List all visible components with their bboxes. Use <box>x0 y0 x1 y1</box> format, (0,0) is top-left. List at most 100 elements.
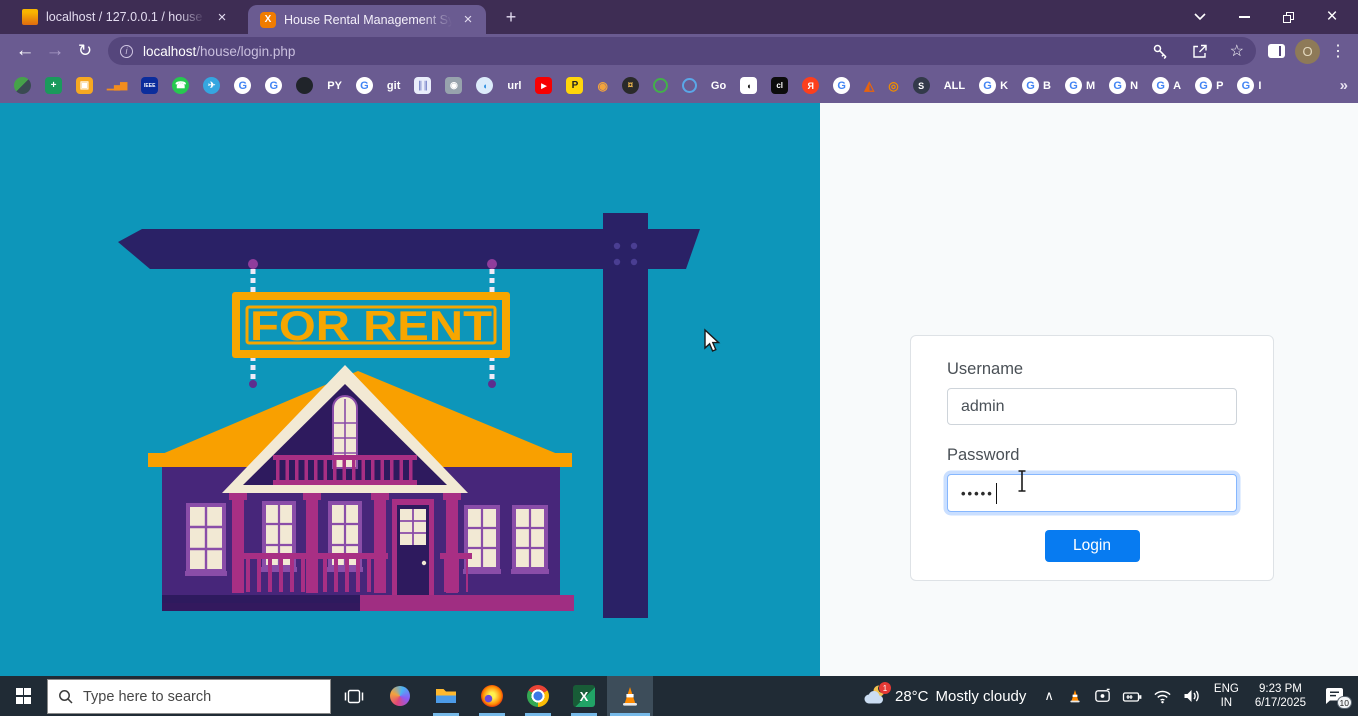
notification-center-button[interactable]: 10 <box>1314 676 1358 716</box>
chrome-button[interactable] <box>515 676 561 716</box>
bookmark-google-m[interactable]: GM <box>1065 77 1095 94</box>
whatsapp-icon: ☎ <box>172 77 189 94</box>
google-n-icon: G <box>1109 77 1126 94</box>
reload-button[interactable]: ↻ <box>70 37 100 65</box>
profile-avatar[interactable]: O <box>1295 39 1320 64</box>
minimize-button[interactable] <box>1222 0 1266 34</box>
bookmark-orange-badge[interactable]: ▣ <box>76 77 93 94</box>
globe-s-icon: S <box>913 77 930 94</box>
bookmark-ieee[interactable]: IEEE <box>141 77 158 94</box>
tab-close-icon[interactable]: × <box>460 12 476 27</box>
phpmyadmin-icon <box>22 9 38 25</box>
bookmark-cart-dark[interactable]: ¤ <box>622 77 639 94</box>
bookmark-google-k[interactable]: GK <box>979 77 1008 94</box>
analytics-bars-icon: ▁▄▆ <box>107 80 127 91</box>
bookmark-go-text[interactable]: Go <box>711 80 726 92</box>
vlc-button[interactable] <box>607 676 653 716</box>
close-button[interactable]: × <box>1310 0 1354 34</box>
bookmark-google-i[interactable]: GI <box>1237 77 1261 94</box>
clock[interactable]: 9:23 PM 6/17/2025 <box>1247 676 1314 716</box>
bookmark-blue-ring[interactable] <box>682 78 697 93</box>
bookmark-google-a[interactable]: GA <box>1152 77 1181 94</box>
side-panel-icon[interactable] <box>1268 44 1285 58</box>
bookmark-globe-s[interactable]: S <box>913 77 930 94</box>
login-button[interactable]: Login <box>1045 530 1140 562</box>
two-tone-icon <box>14 77 31 94</box>
bookmark-eye[interactable]: ◎ <box>888 79 898 93</box>
bookmark-barcode[interactable]: ║║ <box>414 77 431 94</box>
bookmark-github[interactable] <box>296 77 313 94</box>
search-input[interactable] <box>83 689 303 705</box>
tab-close-icon[interactable]: × <box>214 10 230 25</box>
site-info-icon[interactable]: i <box>120 45 133 58</box>
excel-button[interactable]: X <box>561 676 607 716</box>
share-icon[interactable] <box>1191 43 1208 60</box>
bookmark-google4[interactable]: G <box>833 77 850 94</box>
tray-display-icon[interactable] <box>1088 676 1117 716</box>
bookmark-url-wifi[interactable]: ◖ <box>476 77 493 94</box>
google-p-icon: G <box>1195 77 1212 94</box>
weather-widget[interactable]: 1 28°C Mostly cloudy <box>855 676 1036 716</box>
bookmark-camera-gray[interactable]: ◉ <box>445 77 462 94</box>
search-icon <box>58 689 74 705</box>
tray-expand-chevron[interactable]: ∧ <box>1036 676 1062 716</box>
menu-dots-icon[interactable]: ⋮ <box>1330 41 1346 61</box>
tab-search-chevron-icon[interactable] <box>1178 0 1222 34</box>
new-tab-button[interactable]: + <box>500 7 522 29</box>
url-text: localhost/house/login.php <box>143 44 1152 59</box>
barcode-icon: ║║ <box>414 77 431 94</box>
bookmark-yandex[interactable]: Я <box>802 77 819 94</box>
password-key-icon[interactable] <box>1152 43 1169 60</box>
tab-phpmyadmin[interactable]: localhost / 127.0.0.1 / house | php × <box>10 0 240 34</box>
language-indicator[interactable]: ENG IN <box>1206 676 1247 716</box>
task-view-button[interactable] <box>331 676 377 716</box>
bookmarks-overflow-chevron[interactable]: » <box>1340 68 1348 103</box>
bookmark-duck[interactable]: ◖ <box>740 77 757 94</box>
firefox-button[interactable] <box>469 676 515 716</box>
bookmark-google-b[interactable]: GB <box>1022 77 1051 94</box>
bookmark-green-cross[interactable]: + <box>45 77 62 94</box>
taskbar-search[interactable] <box>47 679 331 714</box>
bookmark-p-yellow[interactable]: P <box>566 77 583 94</box>
bookmark-telegram[interactable]: ✈ <box>203 77 220 94</box>
restore-button[interactable] <box>1266 0 1310 34</box>
forward-button[interactable]: → <box>40 37 70 65</box>
tray-vlc-icon[interactable] <box>1062 676 1088 716</box>
bookmark-green-ring[interactable] <box>653 78 668 93</box>
bookmark-matlab[interactable]: ◭ <box>864 78 874 94</box>
username-field[interactable] <box>947 388 1237 425</box>
bookmark-youtube[interactable]: ▶ <box>535 77 552 94</box>
wifi-icon[interactable] <box>1148 676 1177 716</box>
bookmark-whatsapp[interactable]: ☎ <box>172 77 189 94</box>
username-label: Username <box>947 360 1237 380</box>
password-field[interactable]: ••••• <box>947 474 1237 512</box>
bookmark-git-text[interactable]: git <box>387 80 400 92</box>
tab-house-rental[interactable]: X House Rental Management Syste × <box>248 5 486 34</box>
bookmark-google3[interactable]: G <box>356 77 373 94</box>
bookmark-star-icon[interactable]: ☆ <box>1230 41 1244 61</box>
bookmark-url-text[interactable]: url <box>507 80 521 92</box>
bookmark-two-tone[interactable] <box>14 77 31 94</box>
bookmark-py-text[interactable]: PY <box>327 80 342 92</box>
bookmark-google[interactable]: G <box>234 77 251 94</box>
git-text-icon: git <box>387 80 400 92</box>
copilot-button[interactable] <box>377 676 423 716</box>
bookmark-all-text[interactable]: ALL <box>944 80 965 92</box>
bookmark-cl[interactable]: cl <box>771 77 788 94</box>
bookmark-google-n[interactable]: GN <box>1109 77 1138 94</box>
film-camera-icon: ◉ <box>597 79 607 93</box>
start-button[interactable] <box>0 676 47 716</box>
address-bar[interactable]: i localhost/house/login.php ☆ <box>108 37 1256 65</box>
camera-gray-icon: ◉ <box>445 77 462 94</box>
back-button[interactable]: ← <box>10 37 40 65</box>
bookmark-film-camera[interactable]: ◉ <box>597 79 607 93</box>
bookmark-google-p[interactable]: GP <box>1195 77 1223 94</box>
bookmark-analytics-bars[interactable]: ▁▄▆ <box>107 80 127 91</box>
matlab-icon: ◭ <box>864 78 874 94</box>
github-icon <box>296 77 313 94</box>
bookmark-google2[interactable]: G <box>265 77 282 94</box>
volume-icon[interactable] <box>1177 676 1206 716</box>
screen: localhost / 127.0.0.1 / house | php × X … <box>0 0 1358 716</box>
battery-icon[interactable] <box>1117 676 1148 716</box>
file-explorer-button[interactable] <box>423 676 469 716</box>
